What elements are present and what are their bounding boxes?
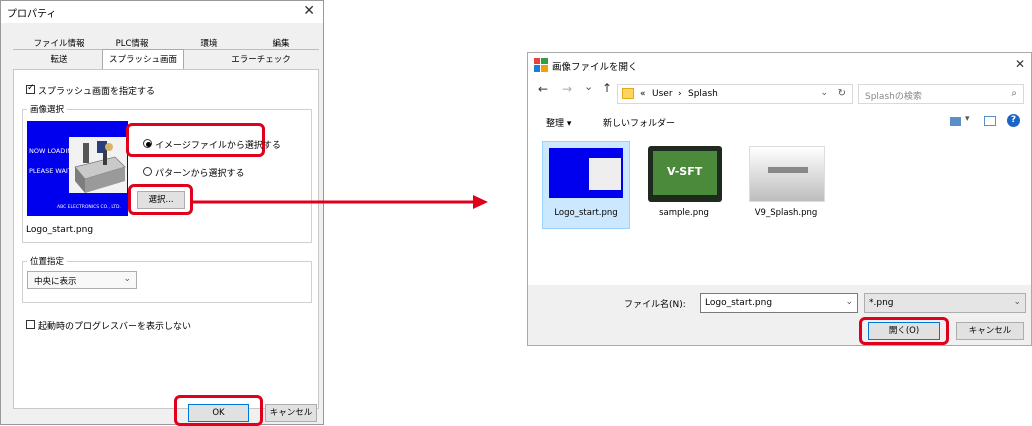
position-select[interactable]: 中央に表示 ⌄: [27, 271, 137, 289]
back-icon[interactable]: ←: [538, 82, 548, 96]
folder-icon: [622, 88, 634, 99]
chevron-down-icon[interactable]: ⌄: [845, 297, 853, 307]
file-name-label: ファイル名(N):: [624, 300, 686, 310]
preview-pane-icon[interactable]: [984, 116, 996, 126]
enable-splash-label: スプラッシュ画面を指定する: [38, 87, 156, 97]
open-button[interactable]: 開く(O): [868, 322, 940, 340]
enable-splash-checkbox[interactable]: [26, 83, 35, 94]
preview-company: ABC ELECTRONICS CO., LTD.: [57, 205, 121, 210]
position-group-label: 位置指定: [27, 255, 68, 267]
search-placeholder: Splashの検索: [865, 92, 922, 102]
file-name: Logo_start.png: [554, 208, 618, 218]
cancel-button[interactable]: キャンセル: [956, 322, 1024, 340]
close-icon[interactable]: ✕: [303, 3, 315, 19]
forward-icon[interactable]: →: [562, 82, 572, 96]
file-name: sample.png: [659, 208, 709, 218]
tab-file-info[interactable]: ファイル情報: [29, 37, 89, 49]
image-file-radio-label: イメージファイルから選択する: [155, 141, 281, 151]
v9-logo-bar: [768, 167, 808, 173]
pattern-radio-label: パターンから選択する: [155, 169, 245, 179]
tab-error-check[interactable]: エラーチェック: [213, 53, 309, 65]
tab-splash-label: スプラッシュ画面: [108, 55, 177, 65]
up-folder-icon[interactable]: ↑: [602, 81, 612, 95]
select-button[interactable]: 選択...: [137, 191, 185, 209]
sample-thumbnail: V-SFT: [648, 146, 722, 202]
recent-locations-icon[interactable]: ⌄: [584, 80, 593, 93]
tab-environment[interactable]: 環境: [179, 37, 239, 49]
open-titlebar: 画像ファイルを開く ✕: [528, 53, 1031, 77]
splash-preview-image: NOW LOADING PLEASE WAIT ABC ELECTRONICS …: [27, 121, 128, 216]
file-type-value: *.png: [869, 298, 894, 308]
breadcrumb-overflow[interactable]: «: [640, 89, 646, 99]
chevron-down-icon[interactable]: ⌄: [820, 88, 828, 98]
refresh-icon[interactable]: ↻: [838, 88, 846, 99]
new-folder-button[interactable]: 新しいフォルダー: [603, 116, 675, 129]
file-name-input-value: Logo_start.png: [705, 298, 773, 308]
tab-edit[interactable]: 編集: [251, 37, 311, 49]
selected-file-name: Logo_start.png: [26, 225, 94, 235]
properties-titlebar: プロパティ ✕: [1, 1, 323, 23]
chevron-down-icon[interactable]: ▾: [965, 114, 970, 124]
machine-illustration: [69, 137, 127, 193]
address-bar[interactable]: « User › Splash ⌄ ↻: [617, 84, 853, 104]
help-icon[interactable]: ?: [1007, 114, 1020, 127]
sample-thumb-text: V-SFT: [667, 165, 703, 178]
sample-screen: V-SFT: [653, 151, 717, 195]
tab-transfer[interactable]: 転送: [29, 53, 89, 65]
image-select-group-label: 画像選択: [27, 103, 68, 115]
breadcrumb-user[interactable]: User: [652, 89, 673, 99]
position-select-value: 中央に表示: [34, 277, 77, 287]
chevron-down-icon: ⌄: [123, 274, 131, 284]
file-item-v9-splash[interactable]: V9_Splash.png: [740, 141, 832, 229]
file-item-logo-start[interactable]: Logo_start.png: [542, 141, 630, 229]
hide-progress-checkbox[interactable]: [26, 320, 35, 329]
close-icon[interactable]: ✕: [1015, 57, 1025, 71]
ok-button[interactable]: OK: [188, 404, 249, 422]
cancel-button[interactable]: キャンセル: [265, 404, 317, 422]
search-icon: ⌕: [1011, 88, 1017, 99]
app-icon: [534, 58, 548, 72]
properties-title: プロパティ: [7, 9, 57, 20]
breadcrumb-separator: ›: [678, 89, 682, 99]
open-dialog-title: 画像ファイルを開く: [552, 62, 638, 73]
image-file-radio[interactable]: [143, 139, 152, 148]
red-arrow: [192, 195, 488, 209]
chevron-down-icon: ⌄: [1013, 297, 1021, 307]
file-item-sample[interactable]: V-SFT sample.png: [640, 141, 728, 229]
file-name: V9_Splash.png: [754, 208, 818, 218]
tab-splash-screen[interactable]: スプラッシュ画面: [102, 49, 184, 70]
breadcrumb-splash[interactable]: Splash: [688, 89, 718, 99]
tab-plc-info[interactable]: PLC情報: [102, 37, 162, 49]
hide-progress-label: 起動時のプログレスバーを表示しない: [38, 322, 192, 332]
open-file-dialog: 画像ファイルを開く ✕ ← → ⌄ ↑ « User › Splash ⌄ ↻ …: [527, 52, 1032, 346]
v9-splash-thumbnail: [749, 146, 825, 202]
thumbnail-machine: [589, 158, 621, 190]
search-input[interactable]: Splashの検索 ⌕: [858, 84, 1024, 104]
open-dialog-footer: ファイル名(N): Logo_start.png ⌄ *.png ⌄ 開く(O)…: [528, 285, 1031, 345]
pattern-radio[interactable]: [143, 167, 152, 176]
file-type-select[interactable]: *.png ⌄: [864, 293, 1026, 313]
logo-start-thumbnail: [549, 148, 623, 198]
file-name-input[interactable]: Logo_start.png ⌄: [700, 293, 858, 313]
view-options-icon[interactable]: [950, 117, 961, 126]
organize-menu[interactable]: 整理 ▾: [546, 116, 571, 129]
preview-line2: PLEASE WAIT: [29, 167, 72, 175]
